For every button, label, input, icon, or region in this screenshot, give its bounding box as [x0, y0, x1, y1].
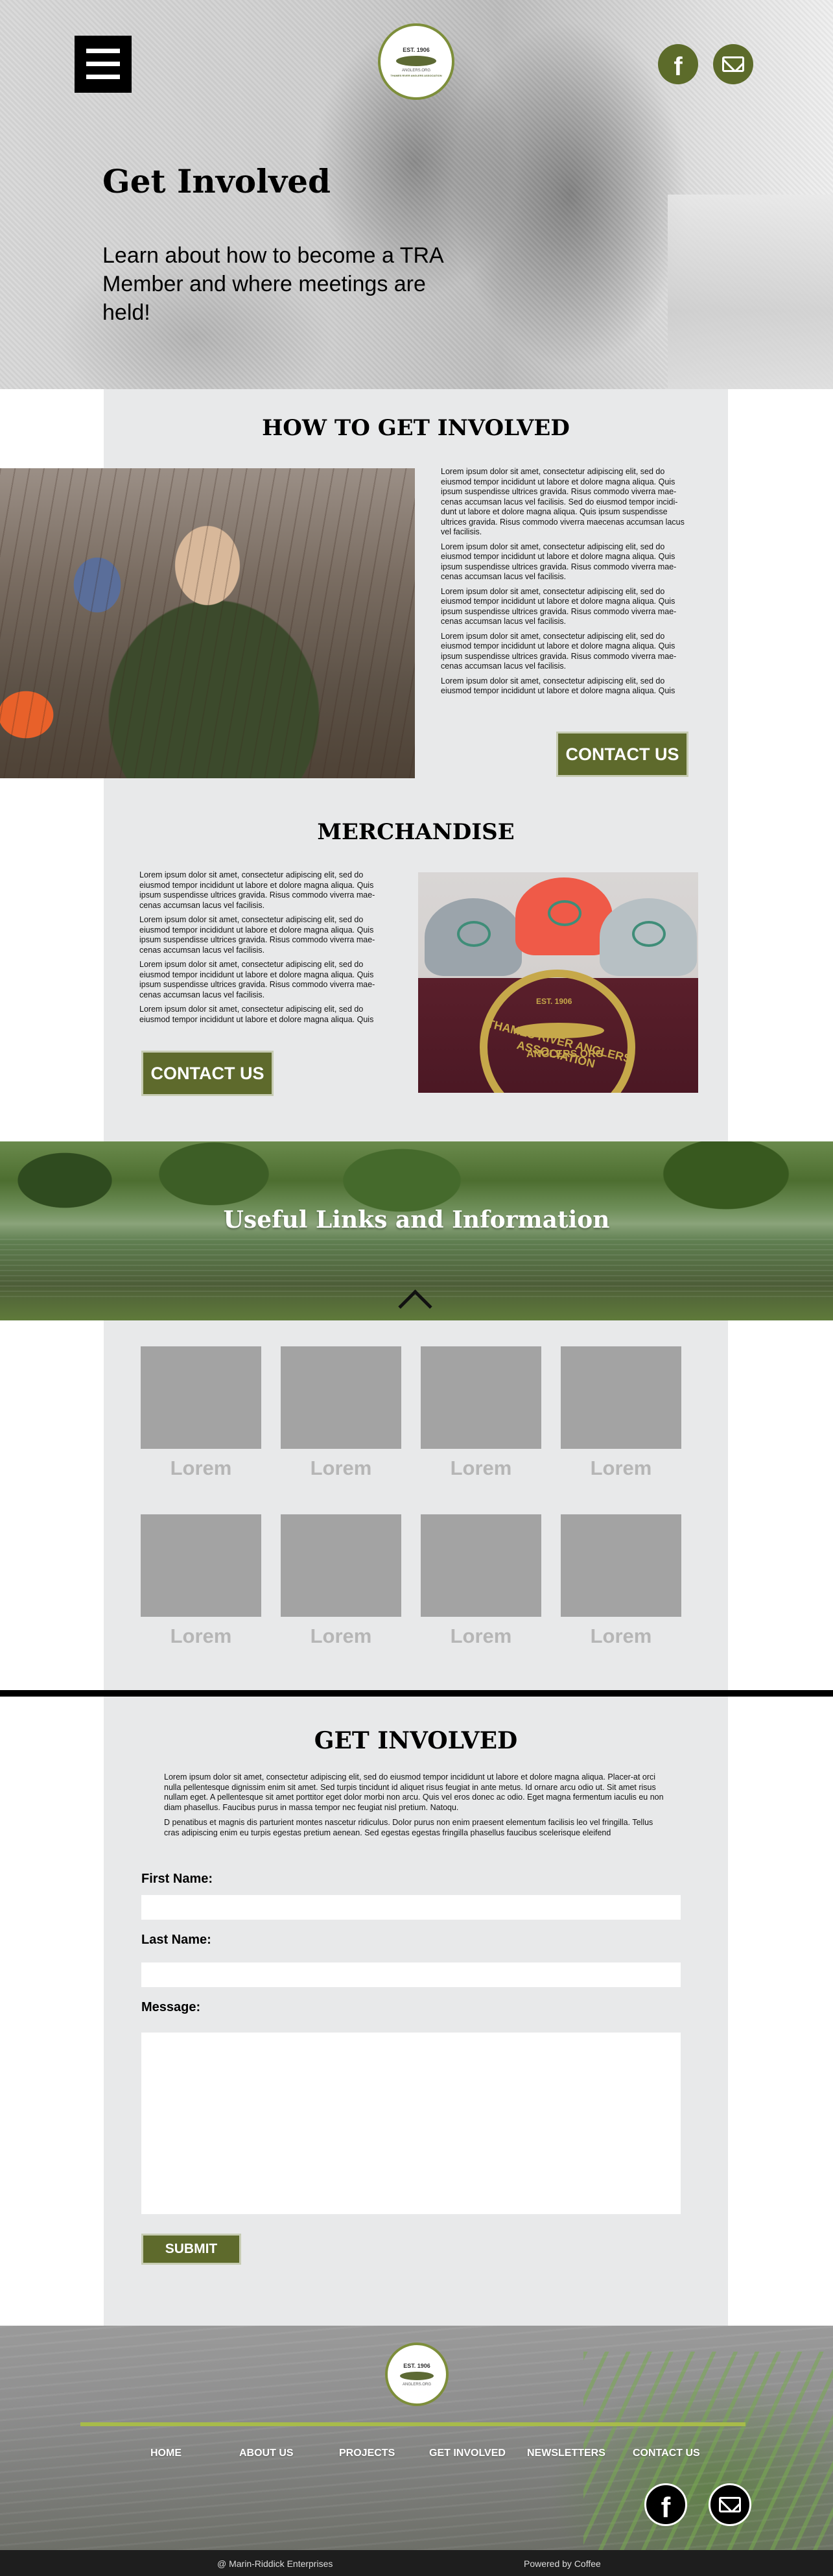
paragraph: Lorem ipsum dolor sit amet, consectetur …: [441, 676, 675, 696]
message-field[interactable]: [141, 2033, 681, 2214]
copyright-text: @ Marin-Riddick Enterprises: [217, 2558, 333, 2569]
link-tile[interactable]: [281, 1514, 401, 1617]
menu-line-icon: [86, 49, 120, 53]
first-name-label: First Name:: [141, 1872, 213, 1886]
paragraph: Lorem ipsum dolor sit amet, consectetur …: [139, 960, 375, 999]
link-tile[interactable]: [421, 1514, 541, 1617]
page-title: Get Involved: [102, 162, 331, 200]
footer-nav-newsletters[interactable]: NEWSLETTERS: [527, 2448, 605, 2459]
cap-patch: [632, 921, 666, 947]
footer-nav-contact-us[interactable]: CONTACT US: [633, 2448, 700, 2459]
envelope-icon: [722, 56, 744, 72]
page-subtitle: Learn about how to become a TRA Member a…: [102, 243, 443, 325]
cap-patch: [548, 900, 581, 926]
logo-org-text: ANGLERS.ORG: [401, 68, 430, 73]
light-gray-cap: [600, 898, 697, 976]
logo-est-text: EST. 1906: [403, 2362, 430, 2369]
cap-patch: [457, 921, 491, 947]
fish-icon: [400, 2371, 434, 2380]
menu-line-icon: [86, 62, 120, 66]
link-tile-label[interactable]: Lorem: [421, 1625, 541, 1648]
footer-facebook-button[interactable]: f: [644, 2483, 687, 2526]
message-label: Message:: [141, 2000, 201, 2014]
paragraph: Lorem ipsum dolor sit amet, consectetur …: [441, 586, 677, 626]
form-intro-text: Lorem ipsum dolor sit amet, consectetur …: [164, 1772, 668, 1843]
link-tile-label[interactable]: Lorem: [561, 1625, 681, 1648]
footer-nav-get-involved[interactable]: GET INVOLVED: [429, 2448, 506, 2459]
footer-reeds: [583, 2352, 833, 2550]
link-tile-label[interactable]: Lorem: [421, 1457, 541, 1480]
logo-est-text: EST. 1906: [403, 46, 430, 53]
menu-line-icon: [86, 75, 120, 79]
useful-links-heading: Useful Links and Information: [223, 1206, 610, 1234]
facebook-icon: f: [661, 2492, 671, 2523]
link-tile-label[interactable]: Lorem: [281, 1625, 401, 1648]
footer-nav-projects[interactable]: PROJECTS: [339, 2448, 395, 2459]
envelope-icon: [719, 2497, 741, 2512]
link-tile[interactable]: [281, 1346, 401, 1449]
paragraph: Lorem ipsum dolor sit amet, consectetur …: [139, 915, 375, 955]
first-name-field[interactable]: [141, 1895, 681, 1920]
paragraph: Lorem ipsum dolor sit amet, consectetur …: [139, 870, 375, 910]
site-logo[interactable]: EST. 1906 ANGLERS.ORG THAMES RIVER ANGLE…: [378, 23, 454, 100]
shirt-est-text: EST. 1906: [536, 997, 572, 1006]
hamburger-menu-button[interactable]: [75, 36, 132, 93]
how-to-get-involved-heading: HOW TO GET INVOLVED: [262, 415, 570, 441]
paragraph: Lorem ipsum dolor sit amet, consectetur …: [164, 1772, 664, 1812]
section-divider: [0, 1690, 833, 1697]
photo-branches: [0, 468, 415, 778]
red-cap: [515, 877, 613, 955]
link-tile-label[interactable]: Lorem: [561, 1457, 681, 1480]
fish-icon: [396, 55, 436, 66]
paragraph: Lorem ipsum dolor sit amet, consectetur …: [441, 542, 677, 582]
link-tile-label[interactable]: Lorem: [141, 1625, 261, 1648]
chevron-up-icon[interactable]: [398, 1284, 432, 1318]
merchandise-photo: EST. 1906 ANGLERS.ORG THAMES RIVER ANGLE…: [418, 872, 698, 1093]
footer-nav-home[interactable]: HOME: [150, 2448, 182, 2459]
powered-by-text: Powered by Coffee: [524, 2558, 601, 2569]
get-involved-form-heading: GET INVOLVED: [314, 1727, 518, 1754]
gray-cap: [425, 898, 522, 976]
link-tile-label[interactable]: Lorem: [281, 1457, 401, 1480]
footer-email-button[interactable]: [709, 2483, 751, 2526]
hero-photo-water: [668, 195, 833, 389]
submit-button[interactable]: SUBMIT: [141, 2234, 241, 2265]
contact-us-button[interactable]: CONTACT US: [556, 732, 688, 777]
link-tile[interactable]: [561, 1346, 681, 1449]
paragraph: Lorem ipsum dolor sit amet, consectetur …: [139, 1005, 374, 1024]
logo-ring-text: THAMES RIVER ANGLERS ASSOCIATION: [390, 73, 442, 77]
paragraph: D penatibus et magnis dis parturient mon…: [164, 1818, 653, 1837]
paragraph: Lorem ipsum dolor sit amet, consectetur …: [441, 631, 677, 671]
last-name-field[interactable]: [141, 1962, 681, 1987]
last-name-label: Last Name:: [141, 1933, 211, 1947]
facebook-icon: f: [674, 52, 683, 81]
contact-us-button-merch[interactable]: CONTACT US: [141, 1051, 274, 1096]
link-tile[interactable]: [561, 1514, 681, 1617]
how-to-get-involved-text: Lorem ipsum dolor sit amet, consectetur …: [441, 467, 690, 701]
merchandise-text: Lorem ipsum dolor sit amet, consectetur …: [139, 870, 392, 1029]
link-tile-label[interactable]: Lorem: [141, 1457, 261, 1480]
footer-accent-line: [80, 2422, 745, 2426]
paragraph: Lorem ipsum dolor sit amet, consectetur …: [441, 467, 685, 536]
bottom-bar: [0, 2550, 833, 2576]
merchandise-heading: MERCHANDISE: [317, 819, 515, 845]
logo-org-text: ANGLERS.ORG: [402, 2382, 431, 2387]
footer-nav-about-us[interactable]: ABOUT US: [239, 2448, 294, 2459]
facebook-button[interactable]: f: [658, 44, 698, 84]
link-tile[interactable]: [141, 1514, 261, 1617]
angler-holding-fish-photo: [0, 468, 415, 778]
footer-logo[interactable]: EST. 1906 ANGLERS.ORG: [385, 2343, 449, 2406]
email-button[interactable]: [713, 44, 753, 84]
link-tile[interactable]: [141, 1346, 261, 1449]
link-tile[interactable]: [421, 1346, 541, 1449]
